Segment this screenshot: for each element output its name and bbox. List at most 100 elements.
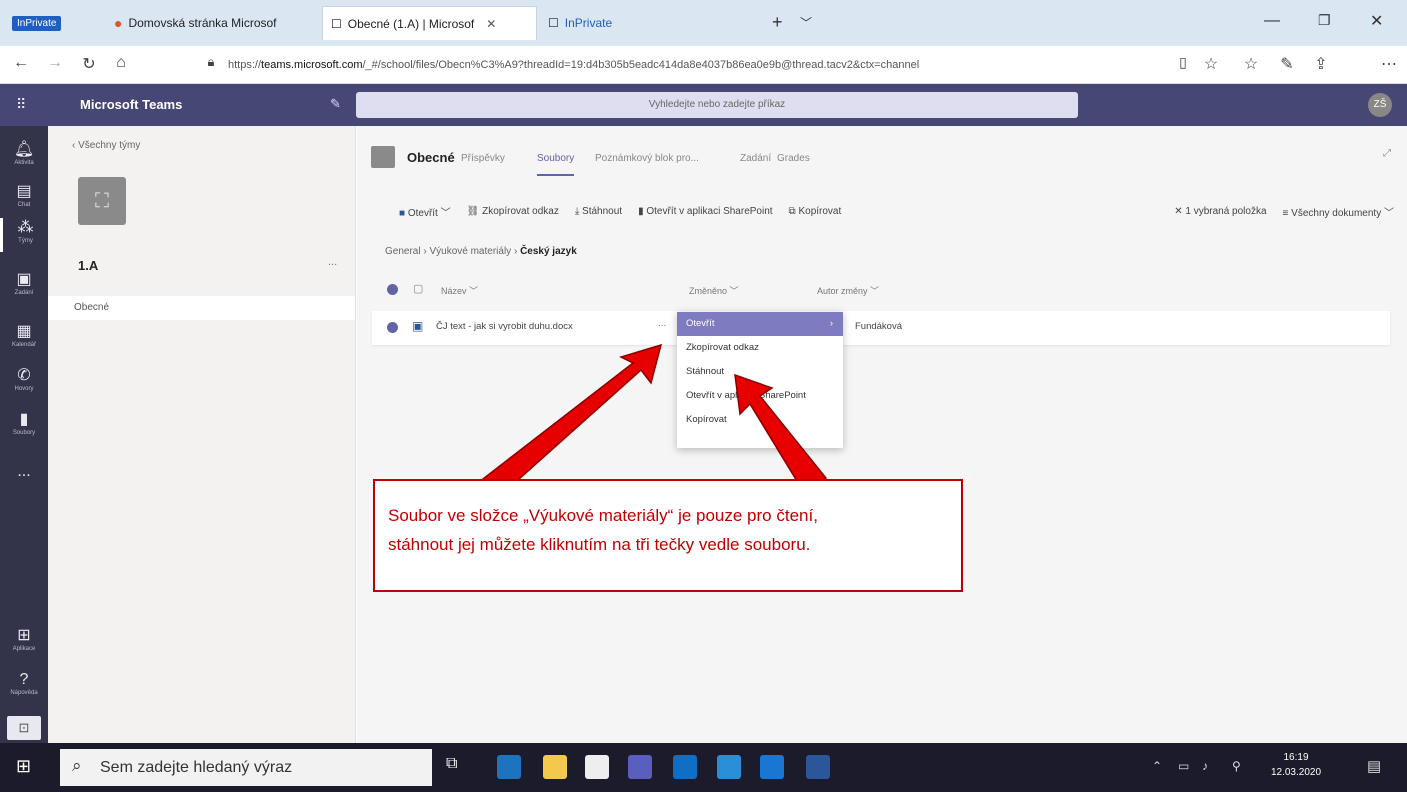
url-domain: teams.microsoft.com (261, 59, 363, 71)
minimize-icon[interactable]: — (1264, 12, 1280, 30)
breadcrumb-item[interactable]: General (385, 246, 421, 257)
rail-apps[interactable]: ⊞ Aplikace (0, 626, 48, 660)
network-icon[interactable]: ⚲ (1232, 759, 1241, 773)
rail-label: Soubory (12, 430, 36, 436)
open-button[interactable]: ■ Otevřít ﹀ (399, 204, 451, 219)
lock-icon: 🔒︎ (207, 54, 215, 69)
apps-icon: ⊞ (17, 627, 31, 644)
column-name[interactable]: Název ﹀ (441, 284, 478, 297)
clear-selection-icon: ✕ (1174, 205, 1183, 217)
rail-files[interactable]: ▮ Soubory (0, 410, 48, 444)
tab-assignments[interactable]: Zadání (740, 153, 771, 164)
row-more-button[interactable]: ... (658, 318, 666, 329)
open-sharepoint-button[interactable]: ▮ Otevřít v aplikaci SharePoint (638, 206, 772, 217)
outlook-icon[interactable] (673, 755, 697, 779)
battery-icon[interactable]: ▭ (1178, 759, 1189, 773)
reading-view-icon[interactable]: ▯ (1172, 54, 1194, 71)
word-app-icon[interactable] (806, 755, 830, 779)
close-tab-icon[interactable]: ✕ (486, 17, 496, 31)
browser-tab-microsoft-home[interactable]: ● Domovská stránka Microsof (106, 6, 318, 40)
new-tab-icon[interactable]: + (772, 12, 783, 33)
tab-notebook[interactable]: Poznámkový blok pro... (595, 153, 699, 164)
clock[interactable]: 16:19 12.03.2020 (1270, 750, 1322, 780)
store-icon[interactable] (585, 755, 609, 779)
copy-link-button[interactable]: ⛓ Zkopírovat odkaz (467, 206, 559, 217)
rail-calls[interactable]: ✆ Hovory (0, 366, 48, 400)
rail-help[interactable]: ? Nápověda (0, 670, 48, 704)
start-button-icon[interactable]: ⊞ (16, 756, 31, 777)
home-icon[interactable]: ⌂ (110, 54, 132, 72)
filter-icon: ≡ (1282, 207, 1289, 219)
volume-icon[interactable]: ♪ (1202, 759, 1208, 773)
team-more-button[interactable]: ... (328, 256, 337, 268)
command-box[interactable]: Vyhledejte nebo zadejte příkaz (356, 92, 1078, 118)
teams-app-icon[interactable] (628, 755, 652, 779)
channel-item-obecne[interactable]: Obecné (48, 296, 355, 320)
photos-app-icon[interactable] (717, 755, 741, 779)
browser-tab-inprivate-1[interactable]: InPrivate (4, 6, 104, 40)
rail-label: Zadání (14, 290, 34, 296)
file-name[interactable]: ČJ text - jak si vyrobit duhu.docx (436, 321, 573, 332)
menu-item-download[interactable]: Stáhnout (677, 360, 843, 384)
toolbar-label: 1 vybraná položka (1185, 205, 1267, 217)
pen-icon[interactable]: ✎ (1276, 54, 1298, 74)
rail-assignments[interactable]: ▣ Zadání (0, 270, 48, 304)
rail-teams[interactable]: ⁂ Týmy (0, 218, 48, 252)
favorites-list-icon[interactable]: ☆ (1240, 54, 1262, 74)
close-window-icon[interactable]: ✕ (1370, 11, 1383, 31)
share-icon[interactable]: ⇪ (1310, 54, 1332, 74)
tab-list-chevron-icon[interactable]: ﹀ (800, 14, 812, 31)
menu-item-copy-link[interactable]: Zkopírovat odkaz (677, 336, 843, 360)
feedback-icon[interactable]: ⊡ (7, 716, 41, 740)
app-icon[interactable] (760, 755, 784, 779)
tab-grades[interactable]: Grades (777, 153, 810, 164)
tab-posts[interactable]: Příspěvky (461, 153, 505, 164)
tray-chevron-icon[interactable]: ⌃ (1152, 759, 1162, 773)
taskbar-search[interactable]: ⌕ Sem zadejte hledaný výraz (60, 749, 432, 786)
menu-item-open[interactable]: Otevřít › (677, 312, 843, 336)
back-to-teams-link[interactable]: ‹ Všechny týmy (72, 140, 140, 151)
browser-tab-inprivate-2[interactable]: ☐ InPrivate (540, 6, 720, 40)
menu-item-copy[interactable]: Kopírovat (677, 408, 843, 432)
forward-icon[interactable]: → (44, 54, 66, 72)
task-view-icon[interactable]: ⧉ (446, 755, 457, 773)
url-field[interactable]: https://teams.microsoft.com/_#/school/fi… (228, 54, 1161, 76)
rail-more[interactable]: ... (0, 462, 48, 496)
file-explorer-icon[interactable] (543, 755, 567, 779)
column-label: Změněno (689, 286, 728, 296)
expand-icon[interactable]: ⤢ (1383, 148, 1391, 159)
rail-chat[interactable]: ▤ Chat (0, 182, 48, 216)
tab-files[interactable]: Soubory (537, 153, 575, 176)
all-documents-dropdown[interactable]: ≡ Všechny dokumenty ﹀ (1283, 204, 1394, 219)
new-chat-icon[interactable]: ✎ (330, 96, 341, 112)
app-launcher-icon[interactable]: ⠿ (16, 96, 26, 113)
copy-button[interactable]: ⧉ Kopírovat (789, 206, 842, 217)
toolbar-label: Otevřít v aplikaci SharePoint (646, 205, 773, 217)
edge-app-icon[interactable] (497, 755, 521, 779)
word-file-icon: ▣ (412, 319, 424, 333)
files-toolbar: ■ Otevřít ﹀ ⛓ Zkopírovat odkaz ⤓ Stáhnou… (373, 196, 1398, 226)
avatar[interactable]: ZŠ (1368, 93, 1392, 117)
toolbar-label: Otevřít (407, 207, 438, 219)
column-modified[interactable]: Změněno ﹀ (689, 284, 739, 297)
column-author[interactable]: Autor změny ﹀ (817, 284, 879, 297)
more-icon[interactable]: ⋯ (1378, 54, 1400, 74)
menu-item-open-sharepoint[interactable]: Otevřít v aplikaci SharePoint (677, 384, 843, 408)
browser-tab-teams[interactable]: ☐ Obecné (1.A) | Microsof ✕ (322, 6, 537, 40)
instruction-callout: Soubor ve složce „Výukové materiály“ je … (373, 479, 963, 592)
breadcrumb-item[interactable]: Výukové materiály (429, 246, 511, 257)
restore-icon[interactable]: ❐ (1318, 12, 1331, 29)
team-name: 1.A (78, 258, 99, 273)
select-all-checkbox[interactable] (387, 284, 398, 295)
back-icon[interactable]: ← (10, 54, 32, 72)
rail-calendar[interactable]: ▦ Kalendář (0, 322, 48, 356)
favorite-star-icon[interactable]: ☆ (1200, 54, 1222, 74)
download-icon: ⤓ (574, 205, 580, 217)
download-button[interactable]: ⤓ Stáhnout (575, 206, 622, 217)
table-row[interactable]: ▣ ČJ text - jak si vyrobit duhu.docx ...… (372, 311, 1390, 345)
refresh-icon[interactable]: ↻ (78, 54, 100, 74)
rail-activity[interactable]: 🔔︎ Aktivita (0, 140, 48, 174)
selected-items-button[interactable]: ✕ 1 vybraná položka (1174, 206, 1266, 217)
row-checkbox[interactable] (387, 322, 398, 333)
notifications-icon[interactable]: ▤ (1367, 757, 1381, 775)
